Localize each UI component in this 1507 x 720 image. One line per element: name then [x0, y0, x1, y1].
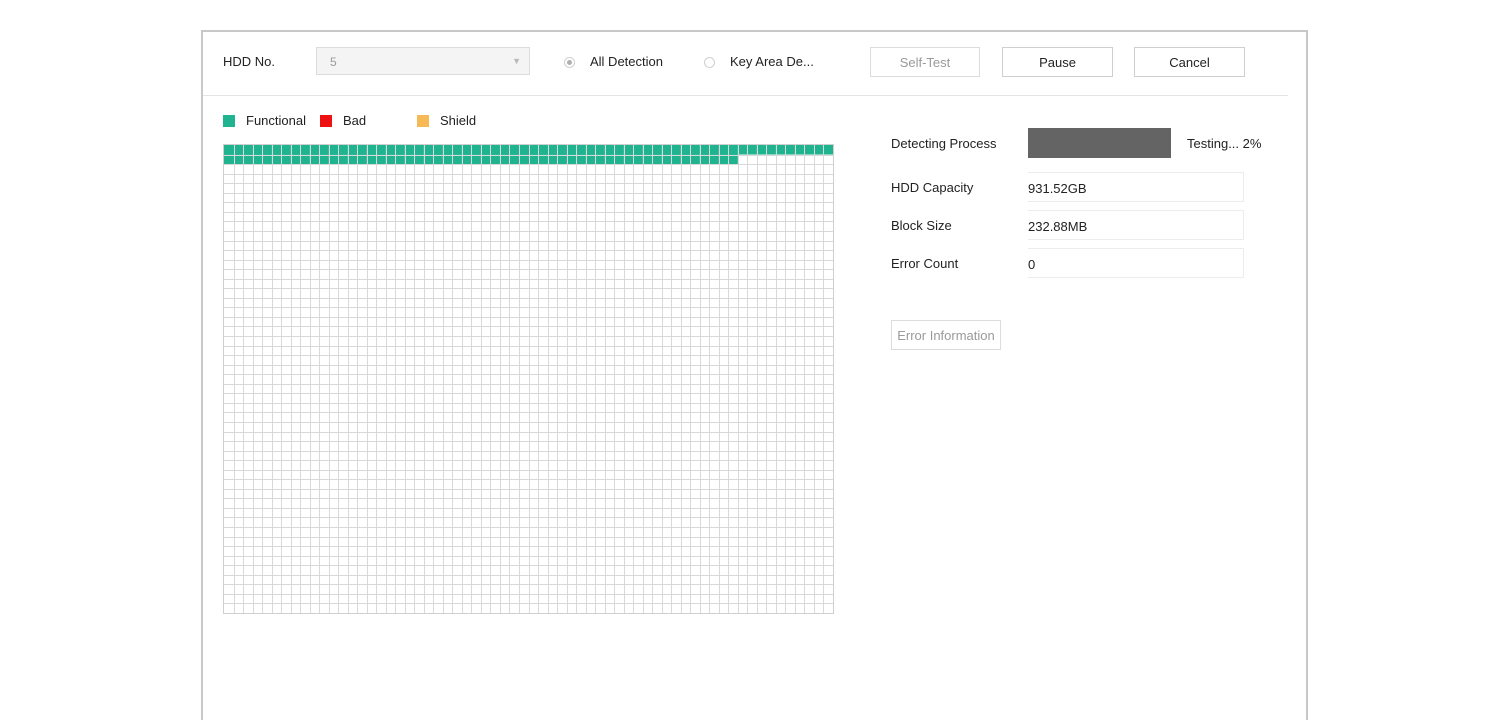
- bad-legend-label: Bad: [343, 113, 367, 128]
- functional-block: [766, 145, 776, 155]
- bad-swatch: [320, 115, 332, 127]
- functional-block: [518, 145, 529, 155]
- functional-block: [423, 145, 434, 155]
- all-detection-radio[interactable]: [564, 57, 575, 68]
- functional-block: [794, 145, 805, 155]
- progress-status: Testing... 2%: [1187, 136, 1262, 151]
- functional-block: [509, 145, 519, 155]
- hdd-detect-panel: HDD No. 5 ▼ All Detection Key Area De...…: [201, 30, 1308, 720]
- functional-block: [538, 145, 548, 155]
- functional-block: [737, 145, 748, 155]
- detecting-progress-bar: [1028, 128, 1171, 158]
- functional-block: [309, 145, 320, 155]
- functional-block: [699, 145, 710, 155]
- functional-block: [224, 145, 234, 155]
- functional-block: [709, 145, 719, 155]
- functional-block: [690, 145, 700, 155]
- shield-swatch: [417, 115, 429, 127]
- functional-block: [747, 145, 757, 155]
- functional-block: [328, 145, 339, 155]
- functional-block: [557, 145, 567, 155]
- functional-block: [376, 145, 386, 155]
- functional-block: [623, 145, 634, 155]
- functional-block: [490, 145, 500, 155]
- error-count-value: 0: [1028, 257, 1036, 272]
- functional-block: [442, 145, 453, 155]
- pause-button[interactable]: Pause: [1002, 47, 1113, 77]
- functional-block: [404, 145, 415, 155]
- functional-legend-label: Functional: [246, 113, 306, 128]
- all-detection-label: All Detection: [590, 54, 663, 69]
- functional-block: [680, 145, 691, 155]
- functional-block: [499, 145, 510, 155]
- functional-block: [785, 145, 795, 155]
- block-size-field: 232.88MB: [1028, 210, 1244, 240]
- hdd-no-value: 5: [330, 55, 337, 69]
- functional-block: [452, 145, 462, 155]
- error-count-field: 0: [1028, 248, 1244, 278]
- functional-block: [633, 145, 643, 155]
- hdd-no-select[interactable]: 5 ▼: [316, 47, 530, 75]
- detecting-process-label: Detecting Process: [891, 136, 997, 151]
- functional-block: [595, 145, 605, 155]
- toolbar-divider: [203, 95, 1288, 96]
- shield-legend-label: Shield: [440, 113, 477, 128]
- key-area-radio[interactable]: [704, 57, 715, 68]
- block-size-label: Block Size: [891, 218, 952, 233]
- functional-block: [366, 145, 377, 155]
- functional-block: [585, 145, 596, 155]
- functional-swatch: [223, 115, 235, 127]
- block-grid: [223, 144, 834, 614]
- functional-block: [642, 145, 653, 155]
- functional-block: [775, 145, 786, 155]
- functional-block: [262, 145, 272, 155]
- functional-block: [271, 145, 282, 155]
- functional-block: [728, 145, 738, 155]
- functional-block: [661, 145, 672, 155]
- functional-block: [433, 145, 443, 155]
- functional-block: [718, 145, 729, 155]
- functional-block: [756, 145, 767, 155]
- chevron-down-icon: ▼: [512, 56, 521, 66]
- hdd-no-label: HDD No.: [223, 54, 276, 69]
- block-grid-svg: [224, 145, 833, 613]
- error-count-label: Error Count: [891, 256, 959, 271]
- self-test-button[interactable]: Self-Test: [870, 47, 980, 77]
- hdd-capacity-value: 931.52GB: [1028, 181, 1087, 196]
- functional-block: [357, 145, 367, 155]
- block-size-value: 232.88MB: [1028, 219, 1088, 234]
- functional-block: [461, 145, 472, 155]
- functional-block: [300, 145, 310, 155]
- functional-block: [480, 145, 491, 155]
- functional-block: [290, 145, 301, 155]
- functional-block: [319, 145, 329, 155]
- functional-block: [823, 145, 833, 155]
- cancel-button[interactable]: Cancel: [1134, 47, 1245, 77]
- functional-block: [804, 145, 814, 155]
- functional-block: [281, 145, 291, 155]
- hdd-capacity-label: HDD Capacity: [891, 180, 974, 195]
- functional-block: [671, 145, 681, 155]
- functional-block: [471, 145, 481, 155]
- functional-block: [347, 145, 358, 155]
- functional-block: [652, 145, 662, 155]
- functional-block: [243, 145, 253, 155]
- functional-block: [576, 145, 586, 155]
- functional-block: [614, 145, 624, 155]
- hdd-capacity-field: 931.52GB: [1028, 172, 1244, 202]
- functional-block: [604, 145, 615, 155]
- functional-block: [414, 145, 424, 155]
- error-information-button[interactable]: Error Information: [891, 320, 1001, 350]
- progress-fill: [1028, 128, 1171, 158]
- functional-block: [338, 145, 348, 155]
- functional-block: [395, 145, 405, 155]
- key-area-label: Key Area De...: [730, 54, 814, 69]
- functional-block: [385, 145, 396, 155]
- functional-block: [813, 145, 824, 155]
